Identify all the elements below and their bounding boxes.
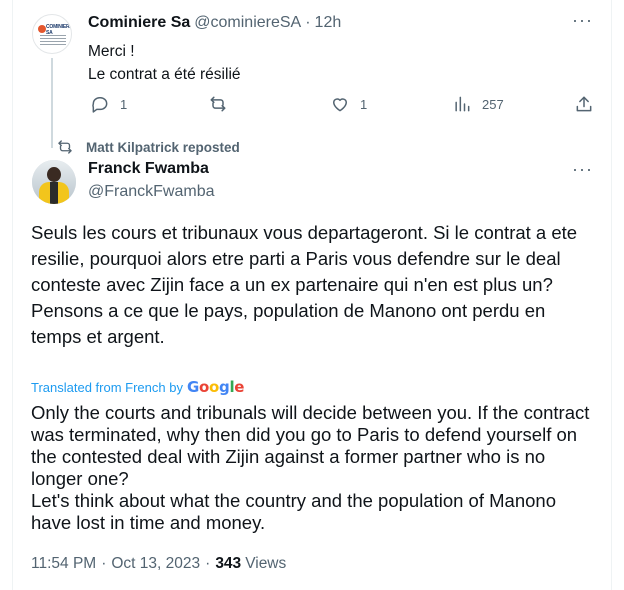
translated-paragraph: Only the courts and tribunals will decid… [31,402,590,489]
like-button[interactable]: 1 [330,94,367,114]
like-icon [333,98,347,112]
tweet-date[interactable]: Oct 13, 2023 [111,555,200,573]
cominiere-logo-subtext [40,35,66,45]
reply-header: Cominiere Sa @cominiereSA · 12h [88,14,341,32]
retweet-icon [58,140,72,154]
tweet-author-handle[interactable]: @FranckFwamba [88,183,215,201]
meta-separator: · [205,555,211,572]
translation-attribution[interactable]: Translated from French by Google [31,378,244,396]
reply-text-line: Le contrat a été résilié [88,66,241,83]
franck-avatar[interactable] [32,160,76,204]
meta-separator: · [101,555,107,572]
tweet-paragraph: Pensons a ce que le pays, population de … [31,300,546,347]
reply-author-handle[interactable]: @cominiereSA [194,14,301,32]
reply-text: Merci ! Le contrat a été résilié [88,40,241,86]
share-button[interactable] [574,94,594,114]
reply-author-name[interactable]: Cominiere Sa [88,14,190,32]
retweet-icon [210,96,226,112]
tweet-paragraph: Seuls les cours et tribunaux vous depart… [31,222,578,295]
tweet-views-label: Views [245,555,287,572]
share-icon [576,96,592,112]
tweet-time[interactable]: 11:54 PM [31,555,96,573]
reply-text-line: Merci ! [88,43,135,60]
tweet-original-text: Seuls les cours et tribunaux vous depart… [31,220,591,350]
retweet-button[interactable] [208,94,228,114]
cominiere-logo-mark [38,25,46,33]
views-button[interactable]: 257 [452,94,504,114]
like-count: 1 [360,96,368,112]
repost-banner[interactable]: Matt Kilpatrick reposted [36,138,240,156]
reply-timestamp[interactable]: 12h [315,14,342,32]
reply-more-icon[interactable]: ··· [572,11,592,34]
views-count: 257 [482,96,504,112]
google-logo-icon: Google [186,378,245,396]
thread-connector [51,58,53,148]
tweet-views-count: 343 [215,555,242,572]
repost-banner-text: Matt Kilpatrick reposted [86,139,240,155]
reply-button[interactable]: 1 [90,94,127,114]
tweet-more-icon[interactable]: ··· [572,160,592,183]
reply-icon [92,97,108,113]
tweet-translated-text: Only the courts and tribunals will decid… [31,402,591,534]
translation-label: Translated from French by [31,380,183,395]
avatar-head [47,167,61,182]
reply-separator: · [305,14,311,31]
avatar-shirt [50,182,58,204]
reply-action-bar: 1 1 257 [88,94,598,118]
translated-paragraph: Let's think about what the country and t… [31,490,556,533]
reply-count: 1 [120,96,128,112]
views-icon [455,96,470,112]
tweet-author-name[interactable]: Franck Fwamba [88,160,209,178]
cominiere-avatar[interactable]: COMINIERE SA [32,14,72,54]
tweet-meta: 11:54 PM · Oct 13, 2023 · 343 Views [31,555,286,573]
